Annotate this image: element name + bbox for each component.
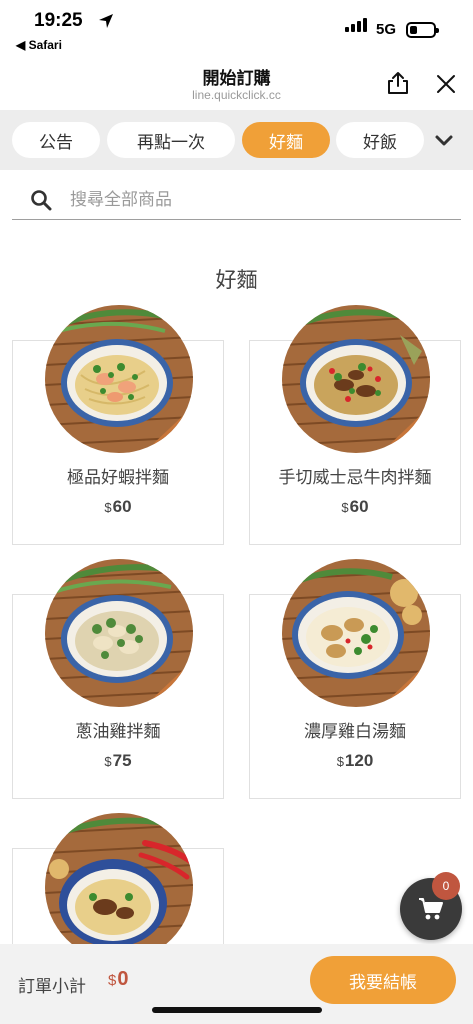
product-name: 極品好蝦拌麵 (67, 468, 169, 488)
location-arrow-icon (99, 14, 113, 28)
checkout-button[interactable]: 我要結帳 (310, 956, 456, 1004)
search-icon (31, 190, 52, 211)
subtotal-amount: 0 (117, 968, 129, 990)
product-image (45, 305, 193, 453)
battery-icon (406, 22, 439, 38)
status-bar: 19:25 ◀ Safari 5G (0, 0, 473, 56)
price-currency: $ (341, 500, 349, 515)
status-time: 19:25 (34, 10, 83, 31)
back-to-safari-link[interactable]: ◀ Safari (16, 38, 62, 52)
product-image (45, 559, 193, 707)
share-icon[interactable] (385, 70, 411, 96)
tab-rice[interactable]: 好飯 (336, 122, 424, 158)
subtotal-currency: $ (108, 972, 117, 989)
product-image (45, 813, 193, 961)
product-card[interactable]: 手切威士忌牛肉拌麵 $60 (249, 305, 461, 545)
product-card[interactable]: 蔥油雞拌麵 $75 (12, 559, 224, 799)
product-name: 濃厚雞白湯麵 (304, 722, 406, 742)
product-price: $75 (13, 751, 223, 771)
search-input[interactable] (70, 186, 450, 214)
cart-icon (419, 898, 443, 920)
product-card[interactable]: 濃厚雞白湯麵 $120 (249, 559, 461, 799)
chevron-down-icon[interactable] (430, 128, 458, 152)
price-value: 60 (112, 497, 132, 516)
price-value: 120 (344, 751, 374, 770)
price-currency: $ (336, 754, 344, 769)
page-header: 開始訂購 line.quickclick.cc (0, 56, 473, 110)
cart-count-badge: 0 (432, 872, 460, 900)
price-value: 60 (349, 497, 369, 516)
product-card[interactable]: 極品好蝦拌麵 $60 (12, 305, 224, 545)
price-value: 75 (112, 751, 132, 770)
product-price: $120 (250, 751, 460, 771)
product-price: $60 (250, 497, 460, 517)
tab-reorder[interactable]: 再點一次 (107, 122, 235, 158)
subtotal-value: $0 (108, 968, 128, 991)
price-currency: $ (104, 500, 112, 515)
section-title: 好麵 (215, 268, 258, 292)
subtotal-label: 訂單小計 (18, 977, 86, 997)
product-price: $60 (13, 497, 223, 517)
cellular-signal-icon (345, 18, 367, 32)
product-name: 手切威士忌牛肉拌麵 (278, 468, 432, 488)
network-type: 5G (376, 21, 397, 38)
product-name: 蔥油雞拌麵 (75, 722, 161, 742)
category-tabs: 公告 再點一次 好麵 好飯 (0, 110, 473, 170)
search-bar (12, 180, 461, 220)
close-icon[interactable] (434, 72, 458, 96)
product-image (282, 559, 430, 707)
home-indicator (152, 1007, 322, 1013)
tab-announcement[interactable]: 公告 (12, 122, 100, 158)
tab-noodles[interactable]: 好麵 (242, 122, 330, 158)
price-currency: $ (104, 754, 112, 769)
product-image (282, 305, 430, 453)
